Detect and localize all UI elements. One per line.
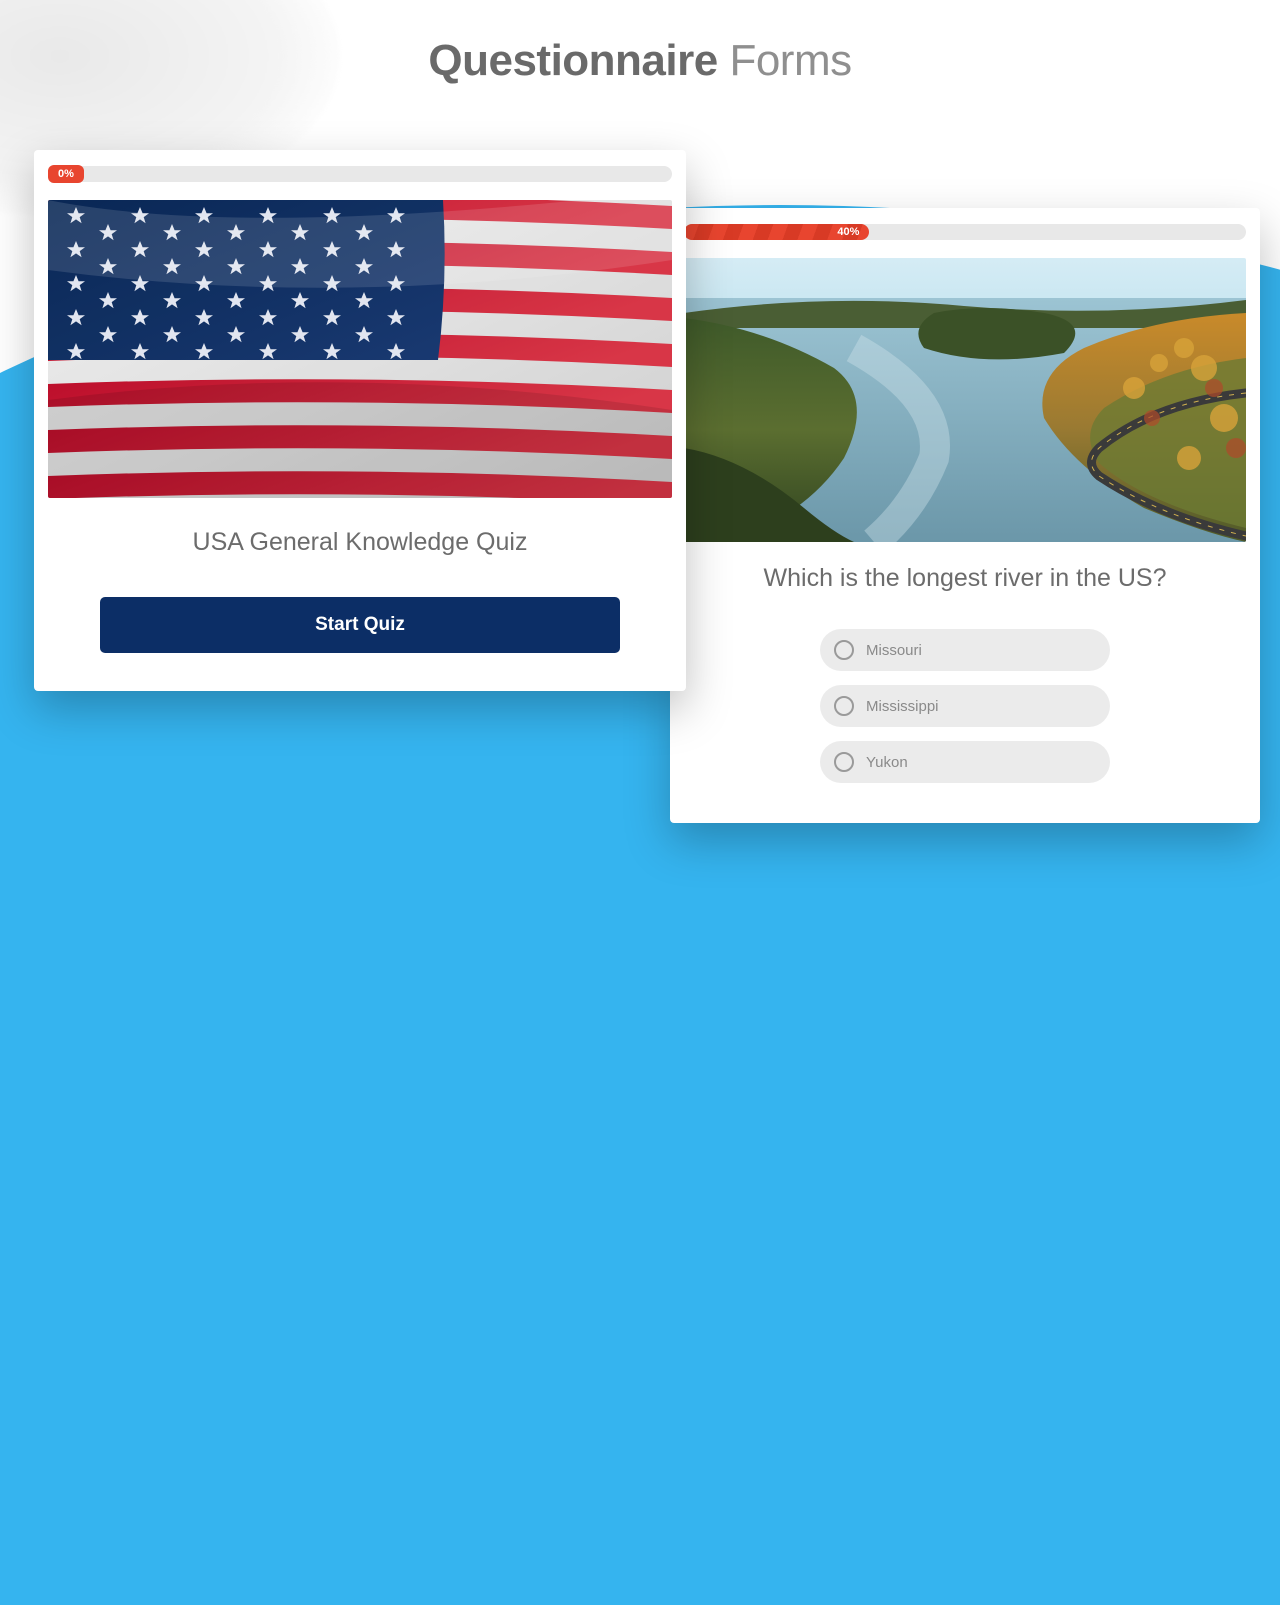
answer-option[interactable]: Yukon — [820, 741, 1110, 783]
quiz-hero-image-flag — [48, 200, 672, 498]
question-text: Which is the longest river in the US? — [684, 564, 1246, 593]
progress-bar: 40% — [684, 224, 1246, 240]
question-hero-image-river — [684, 258, 1246, 542]
answer-option-label: Mississippi — [866, 698, 939, 715]
progress-percent-label: 40% — [837, 224, 859, 240]
quiz-intro-card: 0% — [34, 150, 686, 691]
page-title-bold: Questionnaire — [428, 36, 717, 85]
radio-icon — [834, 752, 854, 772]
answer-option-label: Missouri — [866, 642, 922, 659]
quiz-title: USA General Knowledge Quiz — [48, 528, 672, 557]
answer-option-label: Yukon — [866, 754, 908, 771]
progress-bar: 0% — [48, 166, 672, 182]
radio-icon — [834, 640, 854, 660]
radio-icon — [834, 696, 854, 716]
page-title-light: Forms — [729, 36, 851, 85]
answer-option[interactable]: Missouri — [820, 629, 1110, 671]
progress-fill: 40% — [684, 224, 869, 240]
quiz-question-card: 40% — [670, 208, 1260, 823]
progress-percent-badge: 0% — [48, 165, 84, 183]
answer-option[interactable]: Mississippi — [820, 685, 1110, 727]
page-title: Questionnaire Forms — [0, 36, 1280, 86]
answer-options: Missouri Mississippi Yukon — [820, 629, 1110, 783]
start-quiz-button[interactable]: Start Quiz — [100, 597, 620, 653]
